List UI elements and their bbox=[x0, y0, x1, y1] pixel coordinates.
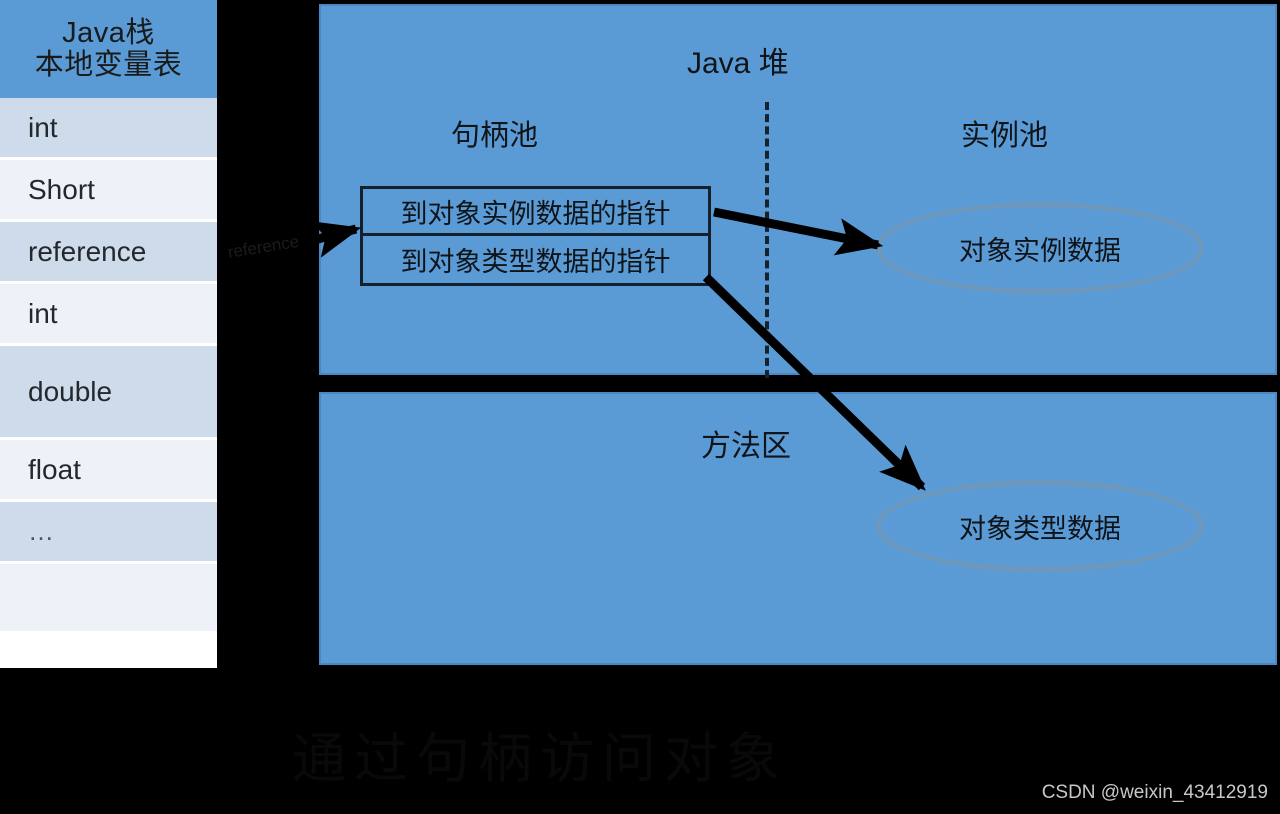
pointer-to-type-data-label: 到对象类型数据的指针 bbox=[400, 247, 671, 277]
java-stack-local-variable-table: Java栈 本地变量表 int Short reference int doub… bbox=[0, 0, 217, 668]
stack-row-label: int bbox=[28, 111, 58, 143]
reference-arrow-watermark-label: reference bbox=[226, 231, 301, 262]
instance-pool-label: 实例池 bbox=[961, 120, 1049, 152]
stack-row-int-2: int bbox=[0, 284, 217, 346]
stack-row-label: float bbox=[28, 453, 81, 485]
stack-row-label: Short bbox=[28, 173, 95, 205]
stack-row-empty bbox=[0, 564, 217, 634]
stack-row-double: double bbox=[0, 346, 217, 440]
stack-row-int-1: int bbox=[0, 98, 217, 160]
pointer-to-instance-data-label: 到对象实例数据的指针 bbox=[400, 198, 671, 229]
object-type-data-label: 对象类型数据 bbox=[959, 513, 1121, 544]
object-instance-data-ellipse: 对象实例数据 bbox=[876, 202, 1204, 294]
heap-dashed-divider bbox=[765, 102, 769, 378]
object-type-data-ellipse: 对象类型数据 bbox=[876, 480, 1204, 572]
stack-row-ellipsis: … bbox=[0, 502, 217, 564]
caption-watermark: 通过句柄访问对象 bbox=[292, 729, 788, 789]
csdn-watermark: CSDN @weixin_43412919 bbox=[1041, 782, 1268, 803]
method-area-title: 方法区 bbox=[701, 430, 791, 463]
pointer-to-instance-data-row: 到对象实例数据的指针 bbox=[363, 189, 708, 236]
stack-row-label: int bbox=[28, 297, 58, 329]
stack-row-label: double bbox=[28, 375, 113, 407]
handle-pointer-box-group: 到对象实例数据的指针 到对象类型数据的指针 bbox=[360, 186, 711, 286]
pointer-to-type-data-row: 到对象类型数据的指针 bbox=[363, 236, 708, 283]
java-heap-title: Java 堆 bbox=[687, 47, 789, 80]
stack-row-label: reference bbox=[28, 235, 147, 267]
stack-row-short: Short bbox=[0, 160, 217, 222]
stack-table-header: Java栈 本地变量表 bbox=[0, 0, 217, 98]
object-instance-data-label: 对象实例数据 bbox=[959, 235, 1121, 266]
stack-row-reference: reference bbox=[0, 222, 217, 284]
stack-header-line-1: Java栈 bbox=[62, 16, 155, 49]
stack-header-line-2: 本地变量表 bbox=[34, 49, 183, 81]
handle-pool-label: 句柄池 bbox=[451, 120, 539, 152]
stack-row-label: … bbox=[28, 516, 57, 546]
stack-row-float: float bbox=[0, 440, 217, 502]
